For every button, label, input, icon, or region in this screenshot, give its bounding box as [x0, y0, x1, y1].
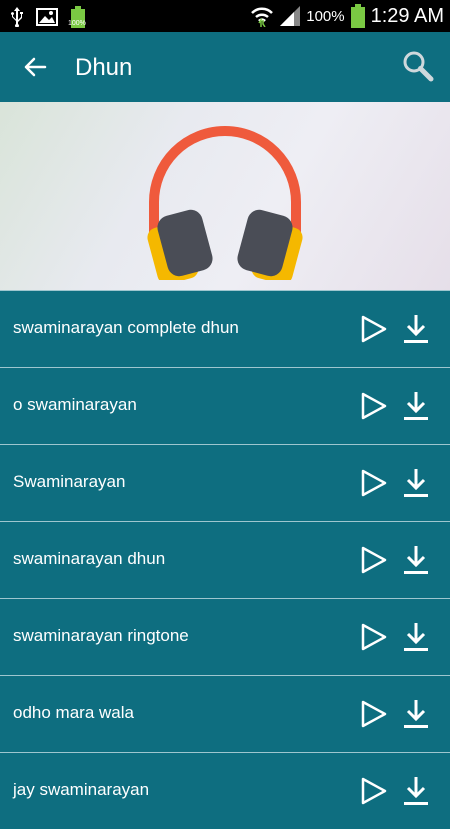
battery-percent: 100%: [306, 7, 345, 25]
app-bar: Dhun: [0, 32, 450, 102]
list-item[interactable]: Swaminarayan: [0, 444, 450, 521]
track-title: odho mara wala: [13, 703, 134, 722]
headphones-banner: [0, 102, 450, 290]
track-list: swaminarayan complete dhun o swaminaraya…: [0, 290, 450, 829]
play-icon[interactable]: [360, 623, 388, 651]
track-title: swaminarayan complete dhun: [13, 318, 239, 337]
download-icon[interactable]: [402, 467, 430, 499]
list-item[interactable]: swaminarayan complete dhun: [0, 290, 450, 367]
play-icon[interactable]: [360, 777, 388, 805]
track-title: Swaminarayan: [13, 472, 126, 491]
download-icon[interactable]: [402, 313, 430, 345]
list-item[interactable]: swaminarayan ringtone: [0, 598, 450, 675]
list-item[interactable]: o swaminarayan: [0, 367, 450, 444]
download-icon[interactable]: [402, 390, 430, 422]
headphones-icon: [147, 126, 303, 280]
battery-mini-icon: 100%: [68, 6, 88, 28]
status-right-icons: 100% 1:29 AM: [250, 4, 444, 28]
battery-mini-text: 100%: [68, 20, 86, 27]
download-icon[interactable]: [402, 544, 430, 576]
wifi-icon: [251, 7, 274, 27]
list-item[interactable]: odho mara wala: [0, 675, 450, 752]
page-title: Dhun: [75, 54, 133, 81]
track-title: swaminarayan dhun: [13, 549, 166, 568]
list-item[interactable]: swaminarayan dhun: [0, 521, 450, 598]
list-item[interactable]: jay swaminarayan: [0, 752, 450, 829]
signal-icon: [280, 6, 301, 26]
track-title: o swaminarayan: [13, 395, 137, 414]
download-icon[interactable]: [402, 621, 430, 653]
download-icon[interactable]: [402, 698, 430, 730]
play-icon[interactable]: [360, 392, 388, 420]
play-icon[interactable]: [360, 469, 388, 497]
play-icon[interactable]: [360, 546, 388, 574]
track-title: jay swaminarayan: [13, 780, 150, 799]
play-icon[interactable]: [360, 700, 388, 728]
usb-icon: [11, 7, 23, 27]
image-icon: [36, 8, 58, 26]
status-left-icons: 100%: [10, 6, 88, 28]
track-title: swaminarayan ringtone: [13, 626, 189, 645]
back-arrow-icon[interactable]: [18, 50, 52, 84]
status-bar: 100% 100% 1:29 AM: [0, 0, 450, 32]
clock: 1:29 AM: [370, 4, 444, 27]
search-icon[interactable]: [400, 48, 436, 84]
download-icon[interactable]: [402, 775, 430, 807]
battery-icon: [350, 4, 365, 28]
play-icon[interactable]: [360, 315, 388, 343]
